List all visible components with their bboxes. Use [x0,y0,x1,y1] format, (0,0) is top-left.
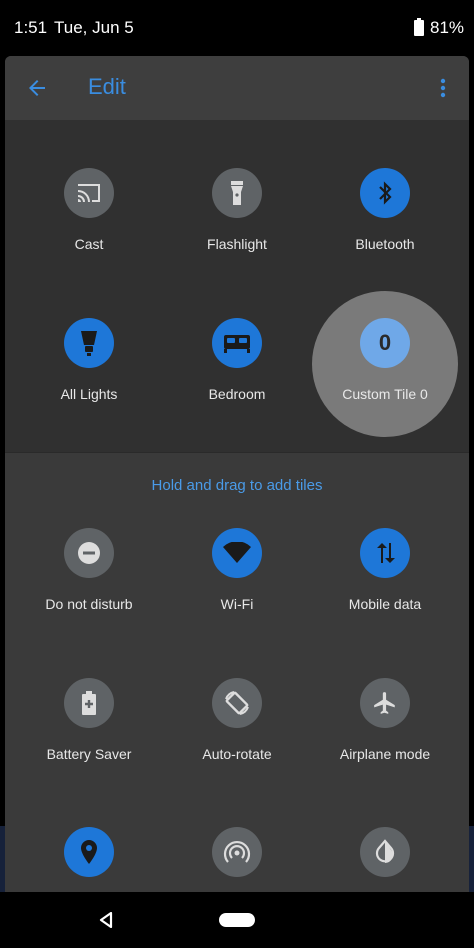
tile-hotspot[interactable] [162,827,312,894]
tile-label: Auto-rotate [202,746,272,762]
mobile-data-icon [360,528,410,578]
nav-back-icon[interactable] [99,912,113,928]
status-time: 1:51 [14,18,48,37]
drag-hint: Hold and drag to add tiles [151,477,323,494]
tile-label: Bluetooth [355,236,415,252]
tile-wifi[interactable]: Wi-Fi [162,528,312,638]
wifi-icon [212,528,262,578]
bed-icon [212,318,262,368]
battery-icon [414,18,424,36]
custom-tile-glyph: 0 [378,330,392,355]
tile-label: Bedroom [208,386,266,402]
tile-label: Custom Tile 0 [342,386,428,402]
divider [5,452,469,453]
battery-percent: 81% [430,18,465,37]
more-vert-icon[interactable] [435,76,451,100]
tile-label: All Lights [60,386,118,402]
invert-colors-icon [360,827,410,877]
tile-battery-saver[interactable]: Battery Saver [14,678,164,788]
tile-mobile-data[interactable]: Mobile data [310,528,460,638]
tile-invert-colors[interactable] [310,827,460,894]
status-date: Tue, Jun 5 [54,18,134,37]
tile-auto-rotate[interactable]: Auto-rotate [162,678,312,788]
auto-rotate-icon [212,678,262,728]
tile-flashlight[interactable]: Flashlight [162,168,312,278]
flashlight-icon [212,168,262,218]
tile-label: Flashlight [207,236,267,252]
tile-bluetooth[interactable]: Bluetooth [310,168,460,278]
tile-custom-0[interactable]: 0 Custom Tile 0 [310,318,460,428]
tile-bedroom[interactable]: Bedroom [162,318,312,428]
edit-header: Edit [5,56,469,120]
status-bar: 1:51 Tue, Jun 5 81% [0,0,474,56]
tile-label: Battery Saver [46,746,132,762]
quick-settings-edit-panel: Edit Cast Flashlight Bluetooth All Light… [5,56,469,894]
battery-saver-icon [64,678,114,728]
light-bulb-icon [64,318,114,368]
tile-label: Mobile data [348,596,422,612]
nav-home-button[interactable] [219,913,255,927]
cast-icon [64,168,114,218]
current-tiles-area: Cast Flashlight Bluetooth All Lights Bed… [5,120,469,452]
tile-label: Cast [74,236,104,252]
tile-label: Wi-Fi [220,596,254,612]
tile-cast[interactable]: Cast [14,168,164,278]
arrow-left-icon[interactable] [25,76,49,100]
tile-airplane-mode[interactable]: Airplane mode [310,678,460,788]
tile-do-not-disturb[interactable]: Do not disturb [14,528,164,638]
tile-label: Do not disturb [45,596,133,612]
page-title: Edit [88,74,126,99]
custom-tile-icon: 0 [360,318,410,368]
hotspot-icon [212,827,262,877]
do-not-disturb-icon [64,528,114,578]
location-icon [64,827,114,877]
bluetooth-icon [360,168,410,218]
tile-label: Airplane mode [339,746,431,762]
tile-all-lights[interactable]: All Lights [14,318,164,428]
airplane-icon [360,678,410,728]
tile-location[interactable] [14,827,164,894]
